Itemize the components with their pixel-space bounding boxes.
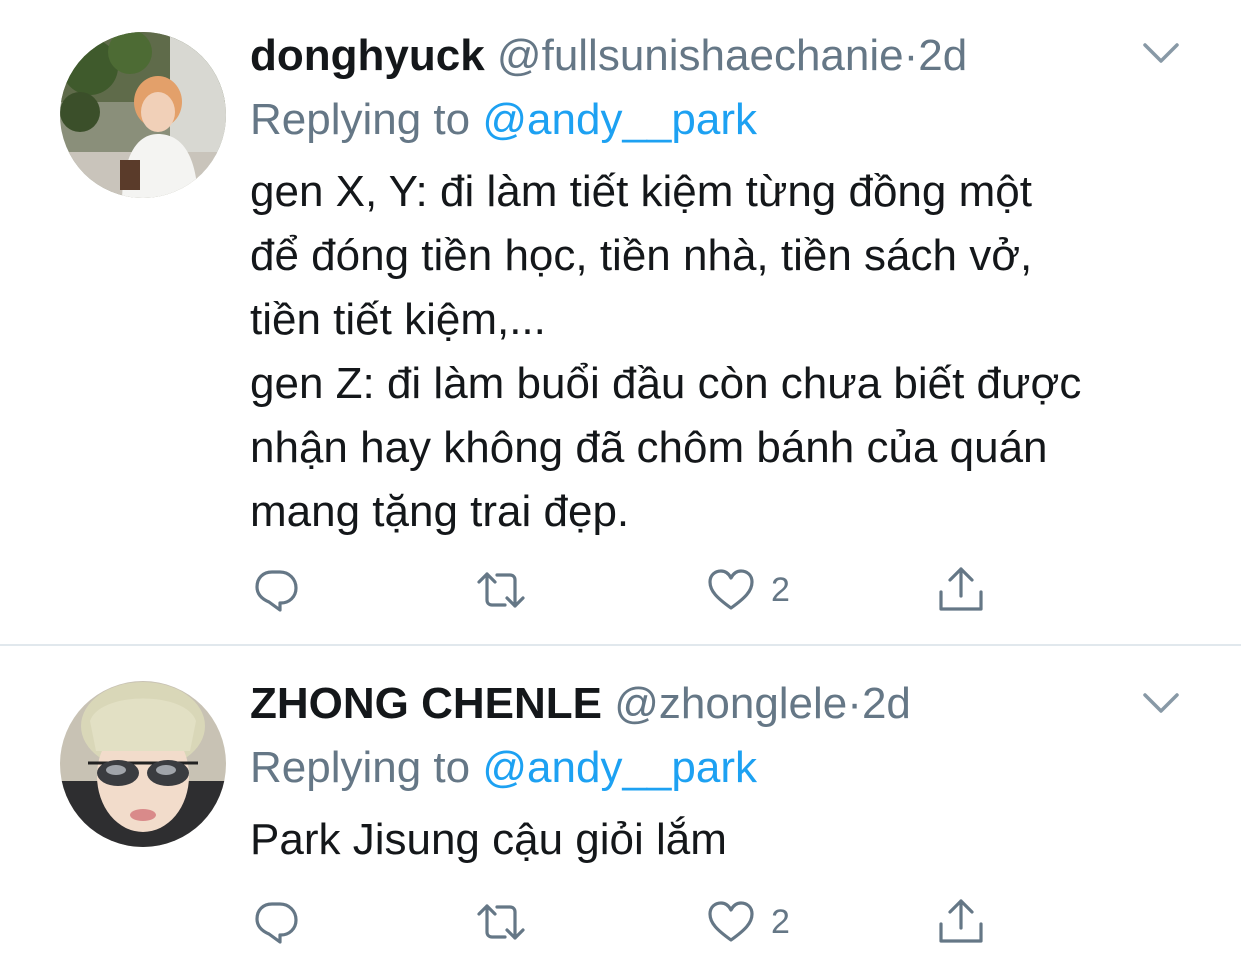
reply-icon: [255, 570, 298, 612]
tweet-text-line: để đóng tiền học, tiền nhà, tiền sách vở…: [250, 231, 1033, 280]
replying-to-label: Replying to: [250, 743, 471, 792]
avatar-photo: [60, 681, 226, 847]
chevron-down-icon[interactable]: [1141, 40, 1181, 66]
timestamp[interactable]: 2d: [862, 679, 911, 728]
separator-dot: ·: [847, 679, 862, 728]
tweet-text-line: tiền tiết kiệm,...: [250, 295, 546, 344]
tweet-text-line: Park Jisung cậu giỏi lắm: [250, 815, 727, 864]
display-name[interactable]: ZHONG CHENLE: [250, 679, 602, 728]
tweet[interactable]: donghyuck @fullsunishaechanie·2d Replyin…: [0, 0, 1241, 646]
separator-dot: ·: [903, 31, 919, 80]
action-bar: 2: [250, 892, 1030, 952]
heart-icon: [708, 901, 754, 942]
avatar[interactable]: [60, 681, 226, 847]
replying-to-label: Replying to: [250, 95, 471, 144]
chevron-down-icon[interactable]: [1141, 690, 1181, 716]
user-handle[interactable]: @zhonglele: [614, 679, 847, 728]
share-icon: [939, 567, 983, 611]
share-button[interactable]: [935, 892, 987, 952]
display-name[interactable]: donghyuck: [250, 31, 485, 80]
tweet-text-line: mang tặng trai đẹp.: [250, 487, 630, 536]
retweet-icon: [477, 904, 525, 940]
tweet[interactable]: ZHONG CHENLE @zhonglele·2d Replying to @…: [0, 646, 1241, 966]
retweet-button[interactable]: [475, 892, 527, 952]
replying-to-handle[interactable]: @andy__park: [482, 95, 757, 144]
share-icon: [939, 899, 983, 943]
retweet-button[interactable]: [475, 560, 527, 620]
like-count: 2: [771, 570, 790, 609]
reply-button[interactable]: [250, 560, 302, 620]
tweet-text: Park Jisung cậu giỏi lắm: [250, 808, 1190, 872]
timestamp[interactable]: 2d: [918, 31, 967, 80]
retweet-icon: [477, 572, 525, 608]
tweet-text: gen X, Y: đi làm tiết kiệm từng đồng một…: [250, 160, 1190, 544]
replying-to-handle[interactable]: @andy__park: [482, 743, 757, 792]
tweet-text-line: nhận hay không đã chôm bánh của quán: [250, 423, 1048, 472]
tweet-header: ZHONG CHENLE @zhonglele·2d: [250, 678, 911, 730]
share-button[interactable]: [935, 560, 987, 620]
heart-icon: [708, 569, 754, 610]
avatar-photo: [60, 32, 226, 198]
avatar[interactable]: [60, 32, 226, 198]
tweet-text-line: gen Z: đi làm buổi đầu còn chưa biết đượ…: [250, 359, 1082, 408]
replying-to: Replying to @andy__park: [250, 94, 757, 146]
like-count: 2: [771, 902, 790, 941]
replying-to: Replying to @andy__park: [250, 742, 757, 794]
reply-button[interactable]: [250, 892, 302, 952]
action-bar: 2: [250, 560, 1030, 620]
like-button[interactable]: 2: [705, 892, 790, 952]
user-handle[interactable]: @fullsunishaechanie: [497, 31, 904, 80]
tweet-text-line: gen X, Y: đi làm tiết kiệm từng đồng một: [250, 167, 1032, 216]
like-button[interactable]: 2: [705, 560, 790, 620]
reply-icon: [255, 902, 298, 944]
tweet-header: donghyuck @fullsunishaechanie·2d: [250, 30, 967, 82]
